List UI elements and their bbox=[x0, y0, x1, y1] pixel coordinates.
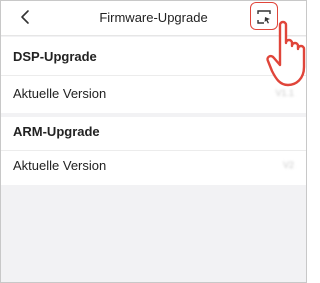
dsp-upgrade-row[interactable]: DSP-Upgrade bbox=[1, 39, 306, 75]
dsp-version-label: Aktuelle Version bbox=[13, 86, 107, 101]
arm-upgrade-heading: ARM-Upgrade bbox=[13, 124, 100, 139]
arm-upgrade-row[interactable]: ARM-Upgrade bbox=[1, 114, 306, 150]
arm-upgrade-section: ARM-Upgrade Aktuelle Version V2 bbox=[1, 117, 306, 185]
arm-version-row: Aktuelle Version V2 bbox=[1, 148, 306, 184]
dsp-upgrade-heading: DSP-Upgrade bbox=[13, 49, 97, 64]
app-screen: Firmware-Upgrade DSP-Upgrade Aktuelle Ve… bbox=[0, 0, 307, 283]
dsp-version-row: Aktuelle Version V1.1 bbox=[1, 76, 306, 112]
dsp-version-value: V1.1 bbox=[275, 88, 294, 98]
pointing-hand-icon bbox=[266, 20, 306, 87]
arm-version-label: Aktuelle Version bbox=[13, 158, 107, 173]
dsp-upgrade-section: DSP-Upgrade Aktuelle Version V1.1 bbox=[1, 37, 306, 113]
arm-version-value: V2 bbox=[282, 160, 294, 170]
